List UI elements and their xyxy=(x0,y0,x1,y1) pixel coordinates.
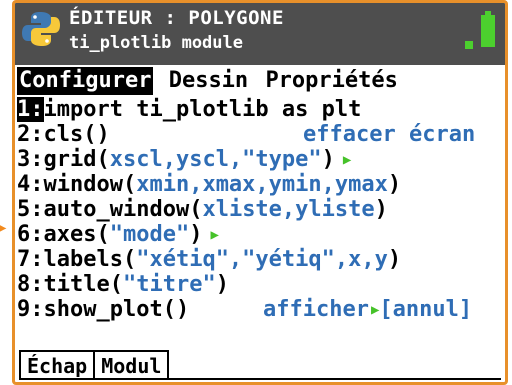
list-item-labels[interactable]: 7:labels("xétiq","yétiq",x,y) xyxy=(17,247,505,272)
item-number: 2: xyxy=(17,122,44,147)
item-code: title( xyxy=(43,272,123,297)
item-args: xmin,xmax,ymin,ymax xyxy=(136,172,388,197)
divider xyxy=(19,378,501,380)
item-code: labels( xyxy=(43,247,137,272)
item-code-end: ) xyxy=(387,172,402,197)
item-args: xliste,yliste xyxy=(202,197,375,222)
battery-icon xyxy=(481,11,495,47)
calculator-screen: ÉDITEUR : POLYGONE ti_plotlib module Con… xyxy=(12,0,508,385)
editor-title: ÉDITEUR : POLYGONE xyxy=(69,7,284,29)
item-code-end: ) xyxy=(189,222,203,247)
item-code: window( xyxy=(43,172,137,197)
item-code: show_plot() xyxy=(43,297,190,322)
item-code-end: ) xyxy=(374,197,388,222)
list-item-axes[interactable]: 6:axes("mode") ▶ xyxy=(17,222,505,247)
list-item-import[interactable]: 1:import ti_plotlib as plt xyxy=(17,97,505,122)
list-item-title[interactable]: 8:title("titre") xyxy=(17,272,505,297)
list-item-auto-window[interactable]: 5:auto_window(xliste,yliste) xyxy=(17,197,505,222)
item-code: auto_window( xyxy=(43,197,203,222)
item-number: 7: xyxy=(17,247,44,272)
item-hint: afficher ▶[annul] xyxy=(263,297,472,323)
item-number: 5: xyxy=(17,197,44,222)
right-arrow-icon: ▶ xyxy=(210,227,219,243)
tab-proprietes[interactable]: Propriétés xyxy=(263,67,399,95)
item-code: axes( xyxy=(43,222,110,247)
status-dot xyxy=(465,41,473,49)
item-args: "titre" xyxy=(122,272,216,297)
hint-annul: [annul] xyxy=(379,297,473,322)
list-item-grid[interactable]: 3:grid(xscl,yscl,"type") ▶ xyxy=(17,147,505,172)
item-args: "xétiq","yétiq",x,y xyxy=(136,247,388,272)
item-number: 6: xyxy=(17,222,44,247)
menu-tabs: Configurer Dessin Propriétés xyxy=(17,67,400,95)
tab-configurer[interactable]: Configurer xyxy=(17,67,154,95)
item-code: grid( xyxy=(43,147,110,172)
right-arrow-icon: ▶ xyxy=(0,220,7,236)
softkey-bar: Échap Modul xyxy=(19,350,170,378)
module-name: ti_plotlib module xyxy=(69,33,243,53)
item-code: import ti_plotlib as plt xyxy=(43,97,362,122)
title-bar: ÉDITEUR : POLYGONE ti_plotlib module xyxy=(15,3,505,65)
hint-afficher: afficher xyxy=(263,297,369,322)
item-args: "mode" xyxy=(109,222,190,247)
item-code-end: ) xyxy=(387,247,402,272)
tab-dessin[interactable]: Dessin xyxy=(167,67,250,95)
list-item-show-plot[interactable]: 9:show_plot() afficher ▶[annul] xyxy=(17,297,505,323)
item-code: cls() xyxy=(43,122,110,147)
item-number: 3: xyxy=(17,147,44,172)
item-code-end: ) xyxy=(321,147,335,172)
python-icon xyxy=(22,12,60,46)
item-args: xscl,yscl,"type" xyxy=(109,147,322,172)
item-number: 1: xyxy=(17,97,44,122)
item-number: 9: xyxy=(17,297,44,322)
item-number: 8: xyxy=(17,272,44,297)
item-hint: effacer écran xyxy=(303,122,476,147)
item-number: 4: xyxy=(17,172,44,197)
escape-softkey[interactable]: Échap xyxy=(19,350,96,378)
function-list: 1:import ti_plotlib as plt 2:cls() effac… xyxy=(17,97,505,323)
modules-softkey[interactable]: Modul xyxy=(93,350,170,378)
list-item-cls[interactable]: 2:cls() effacer écran xyxy=(17,122,505,147)
item-code-end: ) xyxy=(215,272,229,297)
right-arrow-icon: ▶ xyxy=(342,152,352,168)
list-item-window[interactable]: 4:window(xmin,xmax,ymin,ymax) xyxy=(17,172,505,197)
